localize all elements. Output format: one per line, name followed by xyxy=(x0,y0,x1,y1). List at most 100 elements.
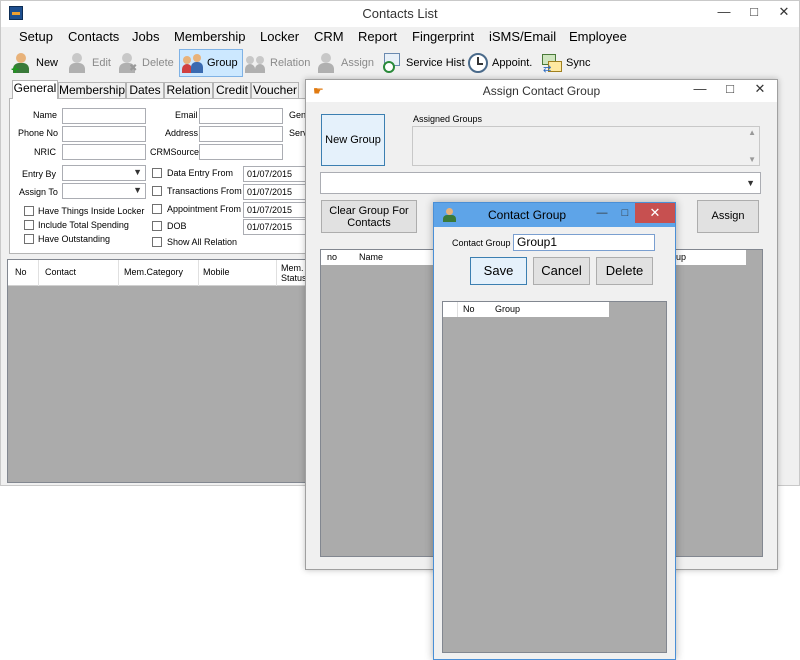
menu-locker[interactable]: Locker xyxy=(260,29,299,44)
dob-checkbox[interactable] xyxy=(152,221,162,231)
close-icon[interactable]: ✕ xyxy=(635,203,675,223)
new-group-button[interactable]: New Group xyxy=(321,114,385,166)
col-mobile[interactable]: Mobile xyxy=(203,267,230,277)
assign-button[interactable]: Assign xyxy=(697,200,759,233)
service-hist-button[interactable]: Service Hist xyxy=(381,49,465,77)
col-contact[interactable]: Contact xyxy=(45,267,76,277)
clear-group-button[interactable]: Clear Group For Contacts xyxy=(321,200,417,233)
cancel-button[interactable]: Cancel xyxy=(533,257,590,285)
outstanding-checkbox[interactable] xyxy=(24,234,34,244)
menu-fingerprint[interactable]: Fingerprint xyxy=(412,29,474,44)
phone-no-input[interactable] xyxy=(62,126,146,142)
appointment-checkbox[interactable] xyxy=(152,204,162,214)
data-entry-label: Data Entry From xyxy=(167,168,234,178)
add-user-icon: + xyxy=(11,52,33,76)
email-label: Email xyxy=(175,110,198,120)
address-input[interactable] xyxy=(199,126,283,142)
transactions-checkbox[interactable] xyxy=(152,186,162,196)
menu-contacts[interactable]: Contacts xyxy=(68,29,119,44)
menu-isms-email[interactable]: iSMS/Email xyxy=(489,29,556,44)
col-group[interactable]: up xyxy=(676,252,686,262)
close-icon[interactable]: ✕ xyxy=(745,80,775,98)
address-label: Address xyxy=(165,128,199,138)
service-hist-label: Service Hist xyxy=(406,57,465,69)
contact-group-label: Contact Group xyxy=(452,238,511,248)
relation-label: Relation xyxy=(270,57,311,69)
group-button[interactable]: Group xyxy=(179,49,243,77)
new-button[interactable]: + New xyxy=(11,49,58,77)
col-separator xyxy=(198,260,199,286)
edit-user-icon xyxy=(67,52,89,74)
assign-toolbar-button[interactable]: Assign xyxy=(316,49,374,77)
maximize-icon[interactable]: □ xyxy=(739,1,769,23)
menu-crm[interactable]: CRM xyxy=(314,29,344,44)
col-name[interactable]: Name xyxy=(359,252,383,262)
assign-user-icon xyxy=(316,52,338,74)
contact-groups-grid[interactable]: No Group xyxy=(442,301,667,653)
edit-button[interactable]: Edit xyxy=(67,49,111,77)
assign-to-select[interactable]: ▼ xyxy=(62,183,146,199)
dob-date[interactable]: 01/07/2015 xyxy=(243,219,307,235)
minimize-icon[interactable]: — xyxy=(590,203,614,223)
col-mem-status-1[interactable]: Mem. xyxy=(281,263,304,273)
save-button[interactable]: Save xyxy=(470,257,527,285)
chevron-down-icon: ▼ xyxy=(133,185,142,195)
gen-label: Gen xyxy=(289,110,307,120)
group-label: Group xyxy=(207,57,238,69)
close-icon[interactable]: ✕ xyxy=(769,1,799,23)
appoint-button[interactable]: Appoint. xyxy=(467,49,532,77)
crm-source-input[interactable] xyxy=(199,144,283,160)
scroll-down-icon[interactable]: ▼ xyxy=(748,155,756,164)
phone-no-label: Phone No xyxy=(18,128,59,138)
nric-input[interactable] xyxy=(62,144,146,160)
scroll-up-icon[interactable]: ▲ xyxy=(748,128,756,137)
menu-employee[interactable]: Employee xyxy=(569,29,627,44)
col-group[interactable]: Group xyxy=(495,304,520,314)
sync-icon: ⇄ xyxy=(541,52,563,75)
menu-setup[interactable]: Setup xyxy=(19,29,53,44)
menu-report[interactable]: Report xyxy=(358,29,397,44)
contact-group-input[interactable]: Group1 xyxy=(513,234,655,251)
assigned-groups-list[interactable]: ▲ ▼ xyxy=(412,126,760,166)
sync-button[interactable]: ⇄ Sync xyxy=(541,49,590,77)
delete-button[interactable]: Delete xyxy=(596,257,653,285)
col-no[interactable]: No xyxy=(463,304,475,314)
entry-by-label: Entry By xyxy=(22,169,57,179)
data-entry-checkbox[interactable] xyxy=(152,168,162,178)
col-no[interactable]: No xyxy=(15,267,27,277)
tab-membership[interactable]: Membership xyxy=(58,82,126,98)
tab-credit[interactable]: Credit xyxy=(213,82,251,98)
menu-membership[interactable]: Membership xyxy=(174,29,246,44)
delete-button[interactable]: ✖ Delete xyxy=(117,49,174,77)
appointment-date[interactable]: 01/07/2015 xyxy=(243,202,307,218)
contact-groups-grid-header: No Group xyxy=(443,302,609,317)
transactions-date[interactable]: 01/07/2015 xyxy=(243,184,307,200)
maximize-icon[interactable]: □ xyxy=(715,80,745,98)
relation-button[interactable]: Relation xyxy=(245,49,310,77)
group-select[interactable]: ▼ xyxy=(320,172,761,194)
assign-titlebar: ☛ Assign Contact Group — □ ✕ xyxy=(306,80,777,102)
locker-checkbox-label: Have Things Inside Locker xyxy=(38,206,145,216)
maximize-icon[interactable]: □ xyxy=(614,203,636,223)
menu-jobs[interactable]: Jobs xyxy=(132,29,159,44)
minimize-icon[interactable]: — xyxy=(685,80,715,98)
tab-relation[interactable]: Relation xyxy=(164,82,213,98)
spending-checkbox[interactable] xyxy=(24,220,34,230)
crm-source-label: CRMSource xyxy=(150,147,200,157)
data-entry-date[interactable]: 01/07/2015 xyxy=(243,166,307,182)
locker-checkbox[interactable] xyxy=(24,206,34,216)
col-mem-status-2[interactable]: Status xyxy=(281,273,307,283)
col-mem-category[interactable]: Mem.Category xyxy=(124,267,183,277)
show-all-relation-checkbox[interactable] xyxy=(152,237,162,247)
entry-by-select[interactable]: ▼ xyxy=(62,165,146,181)
minimize-icon[interactable]: — xyxy=(709,1,739,23)
name-input[interactable] xyxy=(62,108,146,124)
tab-voucher[interactable]: Voucher xyxy=(251,82,299,98)
clear-group-label-line1: Clear Group For xyxy=(329,205,409,217)
tab-general[interactable]: General xyxy=(12,80,58,99)
col-no[interactable]: no xyxy=(327,252,337,262)
contacts-grid[interactable]: No Contact Mem.Category Mobile Mem. Stat… xyxy=(7,259,307,483)
appoint-label: Appoint. xyxy=(492,57,533,69)
email-input[interactable] xyxy=(199,108,283,124)
tab-dates[interactable]: Dates xyxy=(126,82,164,98)
